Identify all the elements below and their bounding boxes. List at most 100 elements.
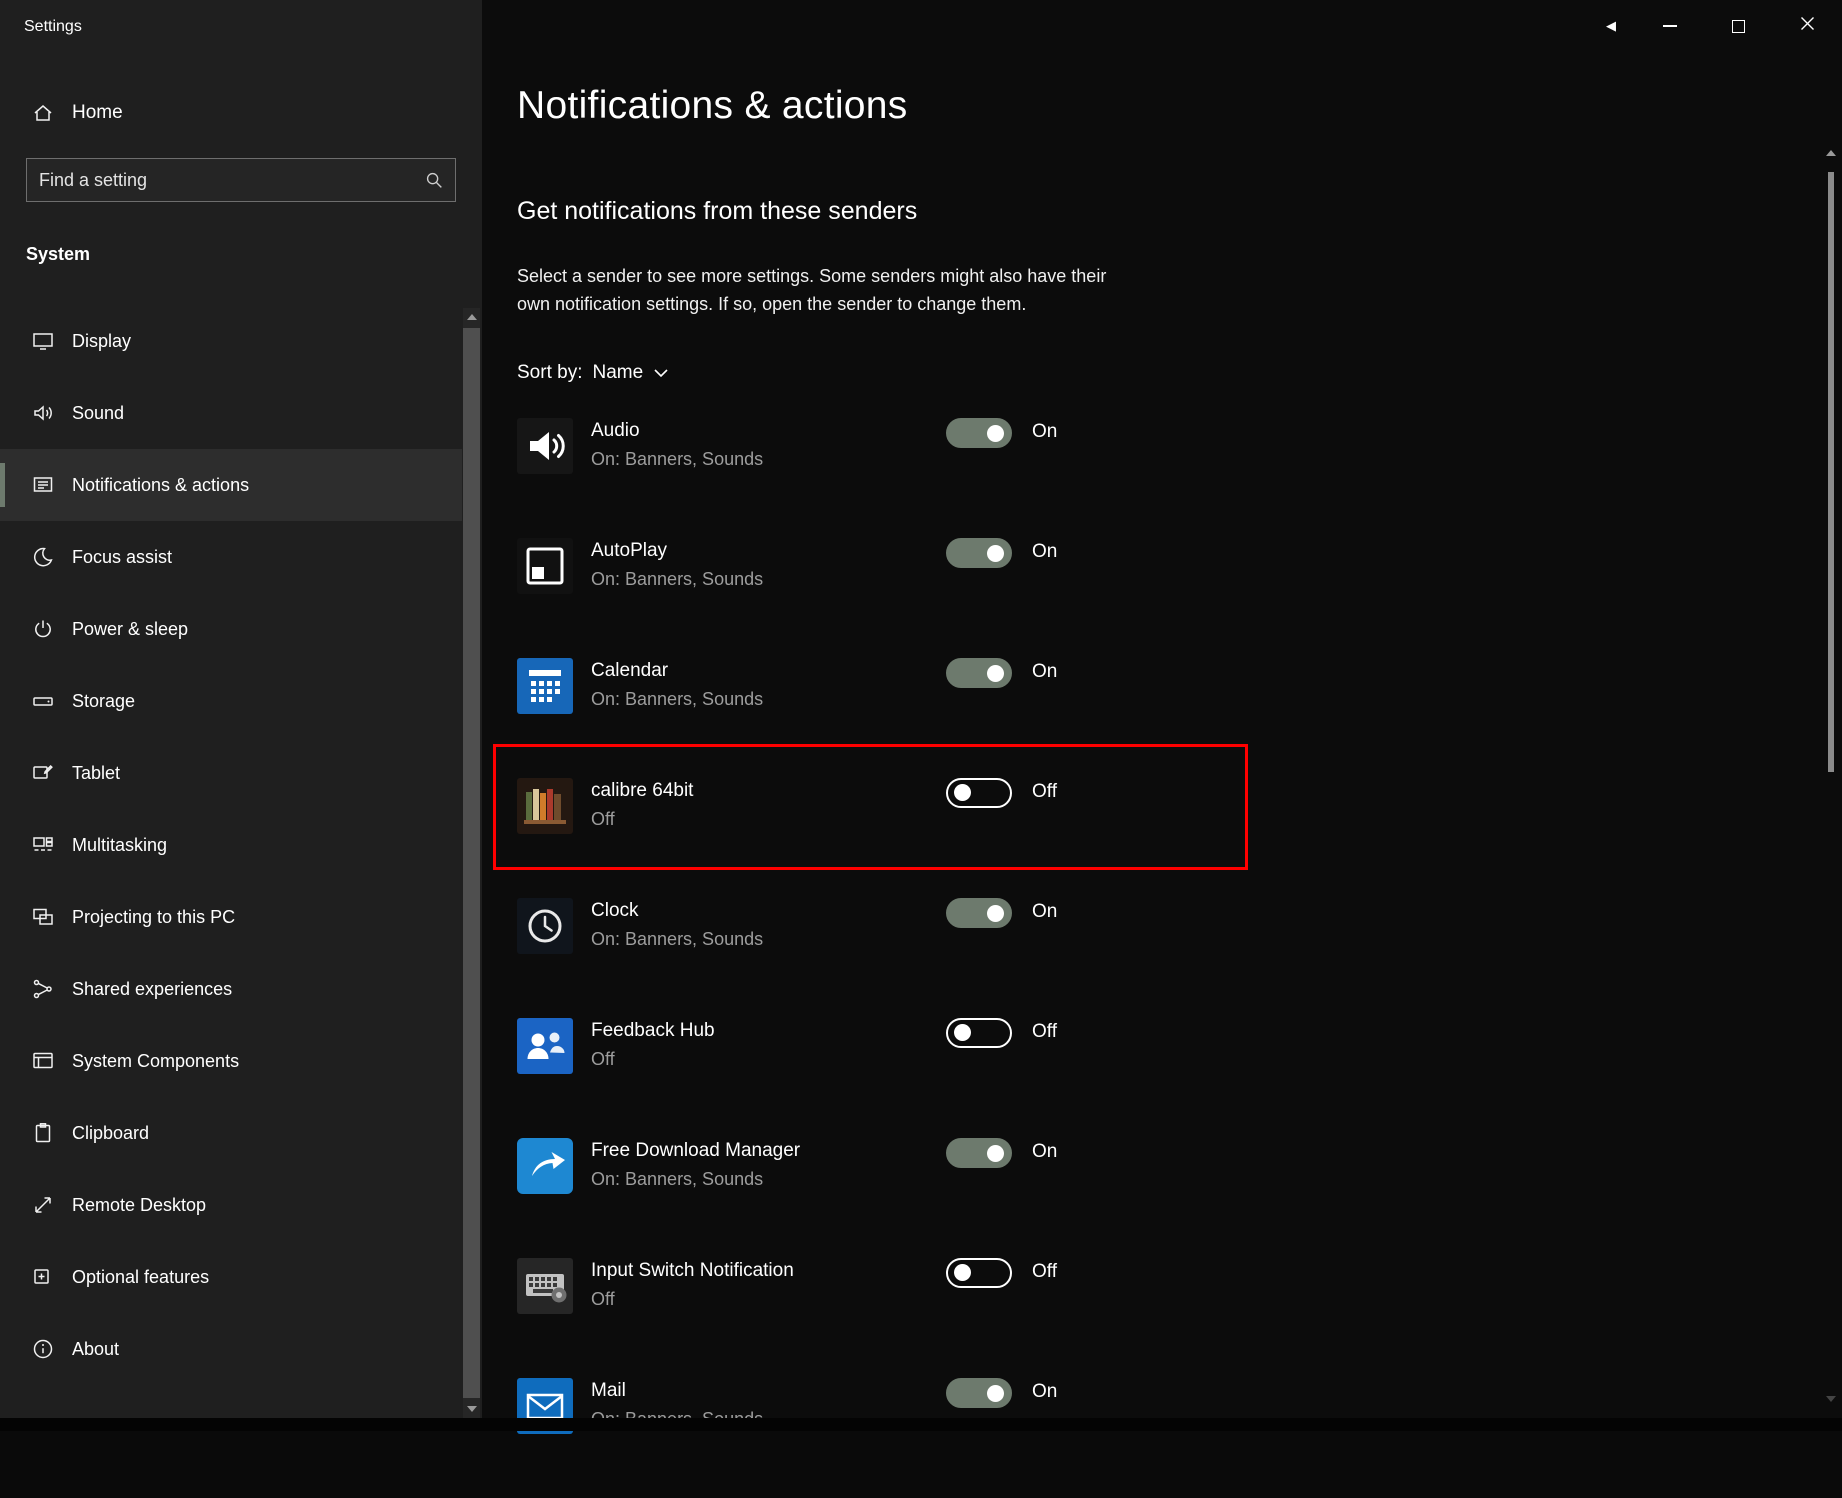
audio-toggle[interactable]: [946, 418, 1012, 448]
maximize-button[interactable]: [1704, 0, 1773, 52]
sidebar-item-display[interactable]: Display: [0, 305, 462, 377]
home-icon: [30, 100, 56, 126]
main-scrollbar-thumb[interactable]: [1828, 172, 1834, 772]
sender-row-calibre: calibre 64bit Off Off: [517, 778, 1697, 898]
sidebar-item-sound[interactable]: Sound: [0, 377, 462, 449]
section-heading: Get notifications from these senders: [517, 197, 917, 226]
sidebar-home-label: Home: [72, 102, 123, 124]
sender-row-clock: Clock On: Banners, Sounds On: [517, 898, 1697, 1018]
scroll-up-icon[interactable]: [467, 314, 477, 320]
notifications-icon: [30, 472, 56, 498]
window-bottom-edge: [0, 1418, 1842, 1431]
toggle-state-label: Off: [1032, 1021, 1057, 1043]
toggle-knob: [954, 1024, 971, 1041]
focus-assist-icon: [30, 544, 56, 570]
toggle-state-label: On: [1032, 421, 1057, 443]
main-content: Notifications & actions Get notification…: [482, 0, 1842, 1431]
sidebar-item-home[interactable]: Home: [10, 90, 470, 136]
sidebar-item-notifications-actions[interactable]: Notifications & actions: [0, 449, 462, 521]
optional-features-icon: [30, 1264, 56, 1290]
sender-row-audio: Audio On: Banners, Sounds On: [517, 418, 1697, 538]
sender-row-calendar: Calendar On: Banners, Sounds On: [517, 658, 1697, 778]
multitasking-icon: [30, 832, 56, 858]
scroll-up-icon[interactable]: [1826, 150, 1836, 156]
sidebar-item-tablet[interactable]: Tablet: [0, 737, 462, 809]
calibre-toggle[interactable]: [946, 778, 1012, 808]
projecting-icon: [30, 904, 56, 930]
scroll-down-icon[interactable]: [467, 1406, 477, 1412]
audio-app-icon: [517, 418, 573, 474]
sidebar-item-shared-experiences[interactable]: Shared experiences: [0, 953, 462, 1025]
search-icon[interactable]: [413, 169, 455, 191]
toggle-state-label: Off: [1032, 781, 1057, 803]
toggle-knob: [987, 905, 1004, 922]
minimize-button[interactable]: [1635, 0, 1704, 52]
clock-app-icon: [517, 898, 573, 954]
minimize-icon: [1663, 25, 1677, 27]
sidebar-item-power-sleep[interactable]: Power & sleep: [0, 593, 462, 665]
clock-toggle[interactable]: [946, 898, 1012, 928]
toggle-state-label: On: [1032, 1381, 1057, 1403]
sender-row-free-download-manager: Free Download Manager On: Banners, Sound…: [517, 1138, 1697, 1258]
sidebar-item-projecting[interactable]: Projecting to this PC: [0, 881, 462, 953]
autoplay-app-icon: [517, 538, 573, 594]
remote-desktop-icon: [30, 1192, 56, 1218]
sidebar-item-remote-desktop[interactable]: Remote Desktop: [0, 1169, 462, 1241]
section-description: Select a sender to see more settings. So…: [517, 262, 1137, 318]
system-components-icon: [30, 1048, 56, 1074]
sidebar-item-clipboard[interactable]: Clipboard: [0, 1097, 462, 1169]
toggle-state-label: On: [1032, 661, 1057, 683]
feedback-hub-toggle[interactable]: [946, 1018, 1012, 1048]
mail-toggle[interactable]: [946, 1378, 1012, 1408]
input-switch-app-icon: [517, 1258, 573, 1314]
shared-experiences-icon: [30, 976, 56, 1002]
scroll-down-icon[interactable]: [1826, 1396, 1836, 1402]
sidebar-nav: Display Sound Notifications & actions Fo…: [0, 305, 462, 1385]
sidebar-item-multitasking[interactable]: Multitasking: [0, 809, 462, 881]
sort-dropdown[interactable]: Name: [592, 362, 669, 384]
toggle-knob: [987, 665, 1004, 682]
titlebar-controls: ◀: [1587, 0, 1842, 52]
sender-row-feedback-hub: Feedback Hub Off Off: [517, 1018, 1697, 1138]
sidebar-item-storage[interactable]: Storage: [0, 665, 462, 737]
calendar-app-icon: [517, 658, 573, 714]
power-icon: [30, 616, 56, 642]
maximize-icon: [1732, 20, 1745, 33]
settings-window: Settings Home System Display Sound: [0, 0, 1842, 1431]
input-switch-toggle[interactable]: [946, 1258, 1012, 1288]
display-icon: [30, 328, 56, 354]
toggle-knob: [987, 1385, 1004, 1402]
page-title: Notifications & actions: [517, 84, 908, 128]
autoplay-toggle[interactable]: [946, 538, 1012, 568]
search-input[interactable]: [27, 170, 413, 191]
sound-icon: [30, 400, 56, 426]
sender-list: Audio On: Banners, Sounds On AutoPlay On…: [517, 418, 1697, 1498]
sender-row-input-switch: Input Switch Notification Off Off: [517, 1258, 1697, 1378]
sidebar: Settings Home System Display Sound: [0, 0, 482, 1418]
calibre-app-icon: [517, 778, 573, 834]
close-icon: [1800, 16, 1815, 36]
back-arrow-icon[interactable]: ◀: [1587, 0, 1635, 52]
sidebar-scrollbar-thumb[interactable]: [463, 328, 480, 1398]
toggle-knob: [954, 1264, 971, 1281]
toggle-knob: [987, 545, 1004, 562]
main-scrollbar[interactable]: [1820, 0, 1842, 1418]
toggle-knob: [987, 1145, 1004, 1162]
sidebar-scrollbar[interactable]: [463, 308, 480, 1418]
toggle-state-label: On: [1032, 541, 1057, 563]
search-box: [26, 158, 456, 202]
chevron-down-icon: [653, 362, 669, 384]
sidebar-section-label: System: [26, 244, 90, 265]
sort-row: Sort by: Name: [517, 362, 669, 384]
close-button[interactable]: [1773, 0, 1842, 52]
sidebar-item-about[interactable]: About: [0, 1313, 462, 1385]
sort-by-label: Sort by:: [517, 362, 582, 384]
sender-row-mail: Mail On: Banners, Sounds On: [517, 1378, 1697, 1498]
sidebar-item-system-components[interactable]: System Components: [0, 1025, 462, 1097]
free-download-manager-toggle[interactable]: [946, 1138, 1012, 1168]
sidebar-item-focus-assist[interactable]: Focus assist: [0, 521, 462, 593]
sidebar-item-optional-features[interactable]: Optional features: [0, 1241, 462, 1313]
tablet-icon: [30, 760, 56, 786]
calendar-toggle[interactable]: [946, 658, 1012, 688]
clipboard-icon: [30, 1120, 56, 1146]
